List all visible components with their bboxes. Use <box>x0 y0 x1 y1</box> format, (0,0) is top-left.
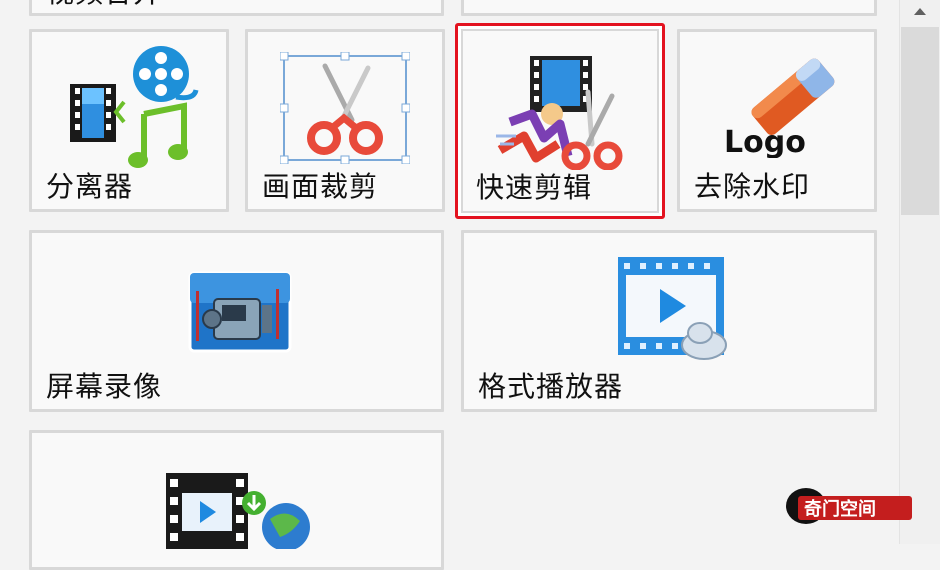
remove-watermark-icon: Logo <box>720 48 840 158</box>
tool-label-separator: 分离器 <box>46 170 134 203</box>
tool-tile-remove-watermark[interactable]: Logo 去除水印 <box>677 29 877 212</box>
tool-label: 视频合并 <box>46 0 162 11</box>
tool-tile-screen-record[interactable]: 屏幕录像 <box>29 230 444 412</box>
tool-tile-video-download[interactable] <box>29 430 444 570</box>
watermark-text: 奇门空间 <box>804 498 876 520</box>
vertical-scrollbar[interactable] <box>899 0 940 544</box>
quick-edit-icon <box>496 52 631 170</box>
tool-label-quick-edit: 快速剪辑 <box>476 171 593 204</box>
format-player-icon <box>616 255 732 363</box>
separator-icon <box>66 42 206 172</box>
tool-label-remove-watermark: 去除水印 <box>694 170 811 203</box>
tool-label-screen-record: 屏幕录像 <box>46 370 163 403</box>
tool-label-format-player: 格式播放器 <box>478 370 624 403</box>
tool-label-crop: 画面裁剪 <box>262 170 379 203</box>
video-download-icon <box>162 469 322 549</box>
screen-record-icon <box>186 269 296 357</box>
scroll-up-button[interactable] <box>900 0 940 26</box>
watermark-logo: 奇门空间 <box>784 486 914 526</box>
tool-tile-separator[interactable]: 分离器 <box>29 29 229 212</box>
tool-tile-format-player[interactable]: 格式播放器 <box>461 230 877 412</box>
crop-icon <box>280 52 410 164</box>
tool-tile-quick-edit[interactable]: 快速剪辑 <box>455 23 665 219</box>
scroll-thumb[interactable] <box>901 27 939 215</box>
tool-tile-merge[interactable]: 视频合并 <box>29 0 444 16</box>
tool-tile-top-right[interactable] <box>461 0 877 16</box>
tool-tile-crop[interactable]: 画面裁剪 <box>245 29 445 212</box>
scroll-up-arrow-icon <box>914 8 926 15</box>
